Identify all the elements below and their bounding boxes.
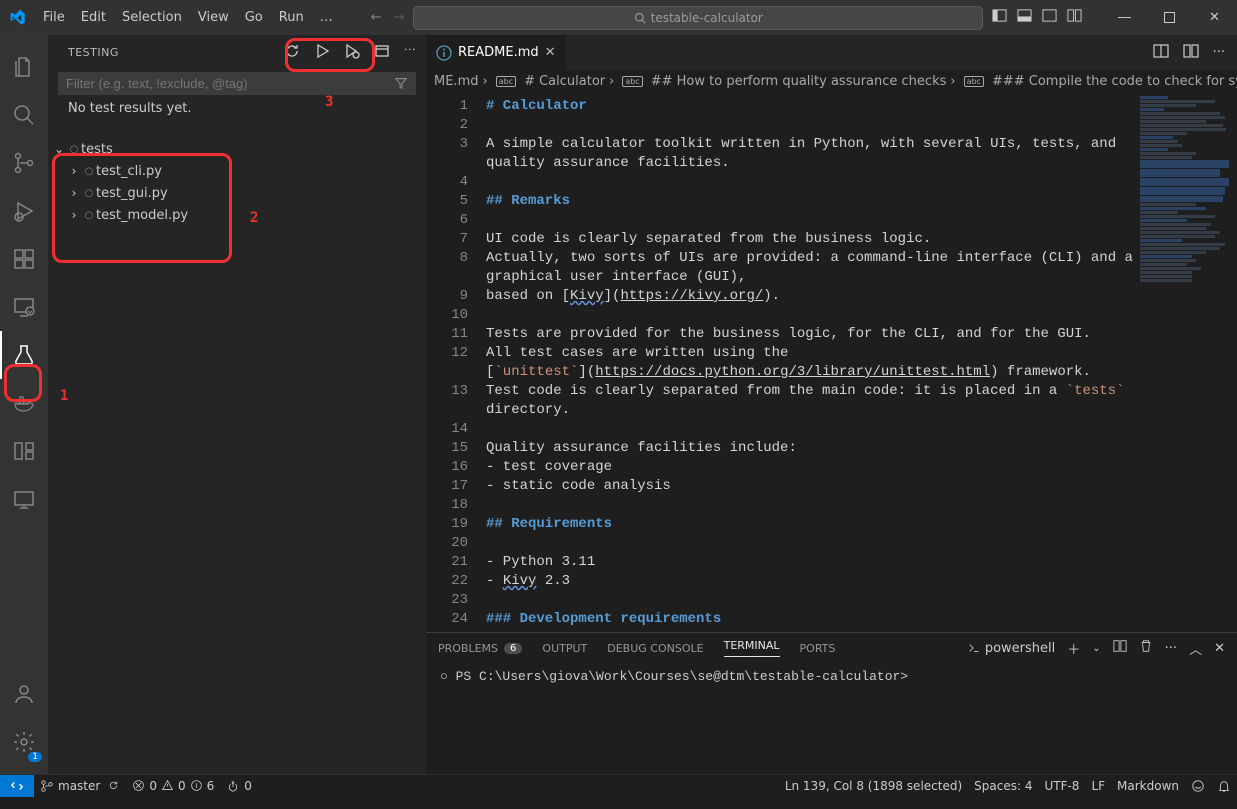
layout-custom-icon[interactable] — [1067, 8, 1082, 27]
menu-run[interactable]: Run — [271, 4, 312, 31]
panel-tab-debug-console[interactable]: DEBUG CONSOLE — [607, 642, 703, 655]
tree-item-test_cli-py[interactable]: ›○test_cli.py — [48, 160, 426, 182]
split-terminal-icon[interactable] — [1113, 639, 1127, 657]
status-bar: master 0 0 6 0 Ln 139, Col 8 (1898 selec… — [0, 774, 1237, 796]
breadcrumb-segment[interactable]: ## How to perform quality assurance chec… — [651, 74, 947, 89]
menu-edit[interactable]: Edit — [73, 4, 114, 31]
tab-label: README.md — [458, 45, 539, 60]
show-output-icon[interactable] — [374, 43, 390, 62]
breadcrumb-segment[interactable]: # Calculator — [524, 74, 605, 89]
source-control-icon[interactable] — [0, 139, 48, 187]
cursor-position[interactable]: Ln 139, Col 8 (1898 selected) — [779, 779, 968, 793]
ports-status[interactable]: 0 — [220, 779, 258, 793]
more-icon[interactable]: ··· — [404, 43, 416, 62]
panel-tab-ports[interactable]: PORTS — [800, 642, 836, 655]
tree-item-test_model-py[interactable]: ›○test_model.py — [48, 204, 426, 226]
nav-back-icon[interactable]: ← — [371, 10, 382, 25]
extensions-icon[interactable] — [0, 235, 48, 283]
test-results-message: No test results yet. — [48, 97, 426, 116]
vscode-logo — [0, 10, 35, 26]
problems-badge: 6 — [504, 643, 522, 654]
maximize-button[interactable] — [1147, 0, 1192, 35]
editor-tabs: README.md ✕ ··· — [426, 35, 1237, 70]
split-editor-icon[interactable] — [1183, 43, 1199, 63]
azure-icon[interactable] — [0, 427, 48, 475]
tree-item-test_gui-py[interactable]: ›○test_gui.py — [48, 182, 426, 204]
layout-bottom-icon[interactable] — [1017, 8, 1032, 27]
menu-…[interactable]: … — [312, 4, 341, 31]
problems-status[interactable]: 0 0 6 — [126, 779, 220, 793]
search-icon[interactable] — [0, 91, 48, 139]
account-icon[interactable] — [0, 670, 48, 718]
testing-sidebar: TESTING ··· No test results yet. ⌄○tests… — [48, 35, 426, 774]
line-numbers: 123 45678 9101112 13 1415161718192021222… — [426, 92, 486, 632]
menu-file[interactable]: File — [35, 4, 73, 31]
remote-indicator[interactable] — [0, 775, 34, 797]
panel-tab-problems[interactable]: PROBLEMS6 — [438, 642, 522, 655]
new-terminal-icon[interactable]: ＋ — [1067, 639, 1080, 658]
indentation[interactable]: Spaces: 4 — [968, 779, 1038, 793]
title-bar: FileEditSelectionViewGoRun… ← → testable… — [0, 0, 1237, 35]
minimize-button[interactable]: ― — [1102, 0, 1147, 35]
panel-tab-output[interactable]: OUTPUT — [542, 642, 587, 655]
filter-icon[interactable] — [394, 76, 408, 94]
remote-explorer-icon[interactable] — [0, 283, 48, 331]
feedback-icon[interactable] — [1185, 779, 1211, 793]
filter-input[interactable] — [58, 72, 416, 95]
split-preview-icon[interactable] — [1153, 43, 1169, 63]
breadcrumb-badge: abc — [964, 76, 984, 87]
settings-badge: 1 — [28, 752, 42, 762]
breadcrumb-badge: abc — [622, 76, 642, 87]
maximize-panel-icon[interactable]: ︿ — [1189, 639, 1202, 658]
panel-more-icon[interactable]: ··· — [1165, 641, 1177, 656]
code-editor[interactable]: # Calculator A simple calculator toolkit… — [486, 92, 1137, 632]
remote-window-icon[interactable] — [0, 475, 48, 523]
activity-bar: 1 — [0, 35, 48, 774]
breadcrumb-badge: abc — [496, 76, 516, 87]
layout-left-icon[interactable] — [992, 8, 1007, 27]
refresh-tests-icon[interactable] — [284, 43, 300, 62]
minimap[interactable] — [1137, 92, 1237, 632]
kill-terminal-icon[interactable] — [1139, 639, 1153, 657]
terminal[interactable]: ○ PS C:\Users\giova\Work\Courses\se@dtm\… — [426, 663, 1237, 774]
git-branch[interactable]: master — [34, 779, 126, 793]
panel-tab-terminal[interactable]: TERMINAL — [724, 639, 780, 657]
explorer-icon[interactable] — [0, 43, 48, 91]
search-text: testable-calculator — [651, 11, 763, 25]
menu-go[interactable]: Go — [237, 4, 271, 31]
run-debug-icon[interactable] — [0, 187, 48, 235]
breadcrumb-segment[interactable]: ### Compile the code to check for syntax… — [992, 74, 1237, 89]
debug-tests-icon[interactable] — [344, 43, 360, 62]
docker-icon[interactable] — [0, 379, 48, 427]
terminal-profile[interactable]: powershell — [967, 641, 1055, 656]
close-button[interactable]: ✕ — [1192, 0, 1237, 35]
nav-fwd-icon[interactable]: → — [394, 10, 405, 25]
terminal-prompt: PS C:\Users\giova\Work\Courses\se@dtm\te… — [456, 669, 908, 684]
info-icon — [436, 45, 452, 61]
close-tab-icon[interactable]: ✕ — [545, 45, 556, 60]
run-tests-icon[interactable] — [314, 43, 330, 62]
testing-icon[interactable] — [0, 331, 48, 379]
settings-gear-icon[interactable]: 1 — [0, 718, 48, 766]
breadcrumbs[interactable]: ME.md›abc# Calculator›abc## How to perfo… — [426, 70, 1237, 92]
language-mode[interactable]: Markdown — [1111, 779, 1185, 793]
tab-readme[interactable]: README.md ✕ — [426, 35, 566, 70]
breadcrumb-segment[interactable]: ME.md — [434, 74, 478, 89]
bottom-panel: PROBLEMS6 OUTPUT DEBUG CONSOLE TERMINAL PORT… — [426, 632, 1237, 774]
sidebar-title: TESTING — [68, 46, 284, 59]
layout-right-icon[interactable] — [1042, 8, 1057, 27]
command-center[interactable]: testable-calculator — [405, 6, 992, 30]
menu-view[interactable]: View — [190, 4, 237, 31]
more-actions-icon[interactable]: ··· — [1213, 45, 1225, 60]
eol[interactable]: LF — [1085, 779, 1111, 793]
tree-root[interactable]: ⌄○tests — [48, 138, 426, 160]
terminal-dropdown-icon[interactable]: ⌄ — [1092, 643, 1100, 654]
encoding[interactable]: UTF-8 — [1038, 779, 1085, 793]
notifications-icon[interactable] — [1211, 779, 1237, 793]
menu-selection[interactable]: Selection — [114, 4, 190, 31]
close-panel-icon[interactable]: ✕ — [1214, 641, 1225, 656]
